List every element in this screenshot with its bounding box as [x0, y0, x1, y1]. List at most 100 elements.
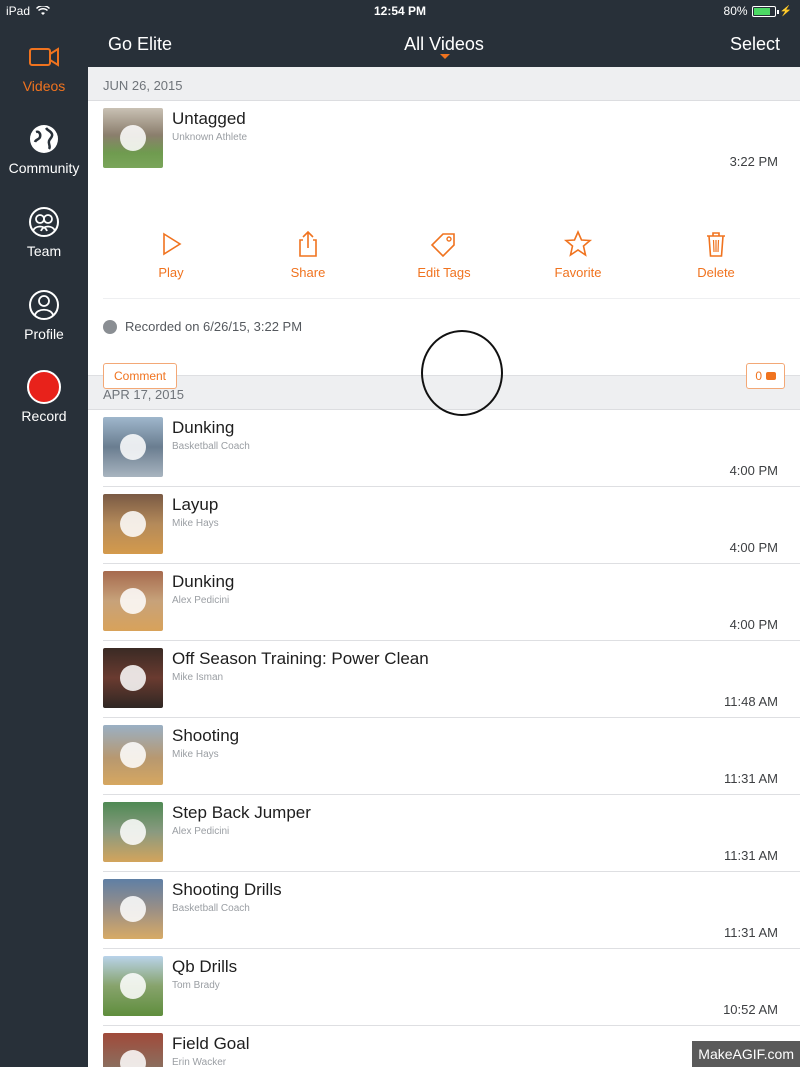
- sidebar-item-label: Record: [21, 408, 67, 424]
- list-item[interactable]: Step Back Jumper Alex Pedicini 11:31 AM: [103, 795, 800, 872]
- action-label: Delete: [697, 265, 735, 280]
- sidebar-item-profile[interactable]: Profile: [0, 288, 88, 358]
- video-athlete: Mike Isman: [172, 672, 224, 683]
- video-thumbnail[interactable]: [103, 108, 163, 168]
- video-title: Dunking: [172, 572, 235, 591]
- video-time: 4:00 PM: [729, 617, 778, 632]
- video-time: 11:48 AM: [724, 694, 778, 709]
- globe-icon: [30, 125, 58, 153]
- cloud-download-icon: [120, 1050, 146, 1067]
- action-label: Play: [158, 265, 184, 280]
- action-bar: Play Share Edit Tags Favorite Delete: [103, 209, 800, 416]
- cloud-download-icon: [120, 742, 146, 768]
- action-label: Favorite: [554, 265, 602, 280]
- sidebar-item-label: Videos: [22, 78, 66, 94]
- expanded-video: Untagged Unknown Athlete 3:22 PM Play Sh…: [88, 101, 800, 416]
- video-title: Step Back Jumper: [172, 803, 311, 822]
- list-item[interactable]: Dunking Basketball Coach 4:00 PM: [103, 410, 800, 487]
- video-title: Shooting: [172, 726, 240, 745]
- cloud-download-icon: [120, 511, 146, 537]
- sidebar-item-community[interactable]: Community: [0, 122, 88, 192]
- chevron-down-icon[interactable]: [440, 54, 450, 59]
- recorded-info: Recorded on 6/26/15, 3:22 PM: [103, 319, 302, 334]
- sidebar: Videos Community Team Profile Record: [0, 22, 88, 1067]
- team-icon: [29, 207, 59, 237]
- list-item[interactable]: Untagged Unknown Athlete 3:22 PM: [103, 101, 800, 209]
- play-button[interactable]: Play: [121, 229, 221, 280]
- battery-percent: 80%: [723, 4, 748, 18]
- video-thumbnail[interactable]: [103, 1033, 163, 1067]
- sidebar-item-team[interactable]: Team: [0, 205, 88, 275]
- video-athlete: Erin Wacker: [172, 1057, 227, 1067]
- video-time: 4:00 PM: [729, 540, 778, 555]
- watermark: MakeAGIF.com: [692, 1041, 800, 1067]
- status-time: 12:54 PM: [373, 4, 427, 18]
- share-button[interactable]: Share: [258, 229, 358, 280]
- video-athlete: Basketball Coach: [172, 441, 250, 452]
- video-thumbnail[interactable]: [103, 802, 163, 862]
- delete-button[interactable]: Delete: [666, 229, 766, 280]
- video-time: 10:52 AM: [723, 1002, 778, 1017]
- video-time: 11:31 AM: [724, 925, 778, 940]
- video-title: Off Season Training: Power Clean: [172, 649, 429, 668]
- cloud-download-icon: [120, 434, 146, 460]
- list-item[interactable]: Dunking Alex Pedicini 4:00 PM: [103, 564, 800, 641]
- tag-icon: [430, 233, 455, 258]
- list-item[interactable]: Shooting Drills Basketball Coach 11:31 A…: [103, 872, 800, 949]
- video-time: 11:31 AM: [724, 771, 778, 786]
- cloud-download-icon: [120, 125, 146, 151]
- video-athlete: Mike Hays: [172, 518, 219, 529]
- sidebar-item-label: Community: [8, 160, 80, 176]
- video-thumbnail[interactable]: [103, 571, 163, 631]
- star-icon: [563, 230, 593, 257]
- video-athlete: Unknown Athlete: [172, 132, 248, 143]
- list-item[interactable]: Layup Mike Hays 4:00 PM: [103, 487, 800, 564]
- video-athlete: Basketball Coach: [172, 903, 250, 914]
- favorite-button[interactable]: Favorite: [528, 229, 628, 280]
- video-thumbnail[interactable]: [103, 417, 163, 477]
- video-time: 3:22 PM: [729, 154, 778, 169]
- status-right: 80% ⚡: [724, 4, 792, 18]
- video-thumbnail[interactable]: [103, 879, 163, 939]
- video-thumbnail[interactable]: [103, 648, 163, 708]
- video-title: Layup: [172, 495, 219, 514]
- charging-icon: ⚡: [779, 5, 792, 17]
- profile-icon: [29, 290, 59, 320]
- share-icon: [299, 230, 317, 257]
- cloud-download-icon: [120, 665, 146, 691]
- list-item[interactable]: Shooting Mike Hays 11:31 AM: [103, 718, 800, 795]
- cloud-download-icon: [120, 896, 146, 922]
- section-header: JUN 26, 2015: [88, 67, 800, 101]
- sidebar-item-label: Profile: [24, 326, 64, 342]
- video-list: JUN 26, 2015 Untagged Unknown Athlete 3:…: [88, 67, 800, 1067]
- select-button[interactable]: Select: [730, 34, 780, 55]
- video-thumbnail[interactable]: [103, 725, 163, 785]
- video-title: Untagged: [172, 109, 246, 128]
- list-item[interactable]: Off Season Training: Power Clean Mike Is…: [103, 641, 800, 718]
- sidebar-item-label: Team: [26, 243, 62, 259]
- list-item[interactable]: Qb Drills Tom Brady 10:52 AM: [103, 949, 800, 1026]
- video-athlete: Mike Hays: [172, 749, 219, 760]
- video-athlete: Tom Brady: [172, 980, 220, 991]
- video-title: Shooting Drills: [172, 880, 282, 899]
- video-time: 4:00 PM: [729, 463, 778, 478]
- comment-button[interactable]: Comment: [103, 363, 178, 389]
- cloud-download-icon: [120, 819, 146, 845]
- video-thumbnail[interactable]: [103, 956, 163, 1016]
- video-athlete: Alex Pedicini: [172, 595, 230, 606]
- video-thumbnail[interactable]: [103, 494, 163, 554]
- recorded-text: Recorded on 6/26/15, 3:22 PM: [125, 319, 303, 334]
- video-title: Field Goal: [172, 1034, 250, 1053]
- action-label: Edit Tags: [417, 265, 471, 280]
- video-time: 11:31 AM: [724, 848, 778, 863]
- edit-tags-button[interactable]: Edit Tags: [394, 229, 494, 280]
- comment-count-button[interactable]: 0: [746, 363, 785, 389]
- sidebar-item-record[interactable]: Record: [0, 370, 88, 440]
- page-title[interactable]: All Videos: [88, 34, 800, 55]
- video-title: Qb Drills: [172, 957, 238, 976]
- check-icon: [103, 319, 117, 334]
- battery-icon: [751, 5, 779, 17]
- video-camera-icon: [29, 47, 59, 67]
- sidebar-item-videos[interactable]: Videos: [0, 40, 88, 110]
- comment-bubble-icon: [766, 372, 776, 380]
